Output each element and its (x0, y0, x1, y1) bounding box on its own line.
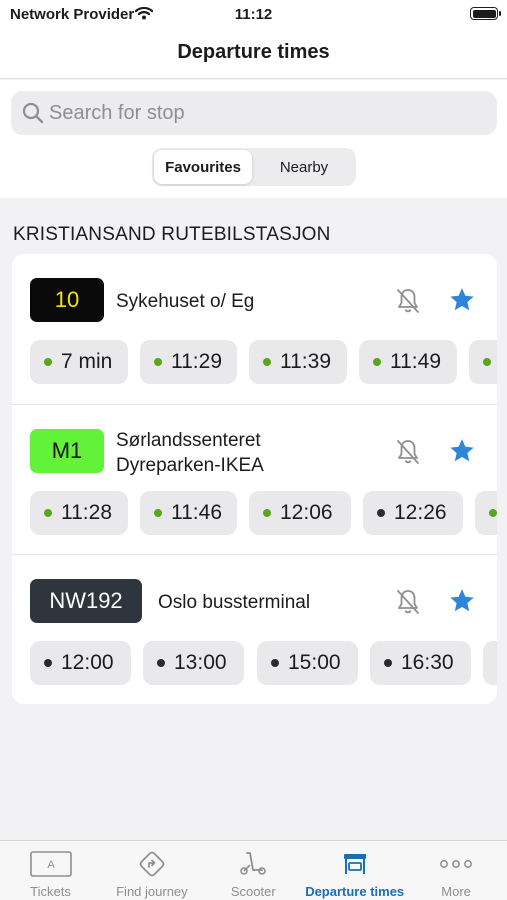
departure-time: 11:49 (390, 350, 441, 373)
realtime-dot (263, 358, 271, 366)
departure-chip[interactable]: 11:39 (249, 340, 347, 384)
top-panel: Favourites Nearby (0, 80, 507, 198)
departure-list: 12:00 13:00 15:00 16:30 (30, 641, 497, 685)
search-icon (22, 102, 44, 129)
favourite-star-icon[interactable] (448, 286, 476, 319)
ticket-icon: A (0, 850, 101, 878)
scheduled-dot (271, 659, 279, 667)
nav-header: Departure times (0, 28, 507, 79)
departure-list: 7 min 11:29 11:39 11:49 (30, 340, 497, 384)
line-number-badge: M1 (30, 429, 104, 473)
departure-chip[interactable]: 12:06 (249, 491, 351, 535)
tab-label: More (441, 884, 471, 899)
battery-tip (499, 11, 501, 16)
search-input[interactable] (49, 91, 489, 135)
departure-chip[interactable]: 12:00 (30, 641, 131, 685)
departure-chip[interactable]: 12:26 (363, 491, 463, 535)
battery-icon (470, 7, 498, 20)
stop-section-title: KRISTIANSAND RUTEBILSTASJON (13, 224, 331, 245)
departure-chip[interactable]: 15:00 (257, 641, 358, 685)
departure-chip[interactable]: 11:28 (30, 491, 128, 535)
status-bar: Network Provider 11:12 (0, 0, 507, 28)
departure-time: 7 min (61, 350, 113, 373)
departure-chip[interactable] (483, 641, 497, 685)
tab-find-journey[interactable]: Find journey (101, 841, 202, 900)
tab-tickets[interactable]: A Tickets (0, 841, 101, 900)
page-title: Departure times (177, 41, 330, 63)
tab-scooter[interactable]: Scooter (203, 841, 304, 900)
status-time: 11:12 (234, 6, 273, 23)
realtime-dot (154, 358, 162, 366)
departure-time: 12:06 (280, 501, 333, 524)
departure-chip[interactable]: 7 min (30, 340, 128, 384)
departure-list: 11:28 11:46 12:06 12:26 (30, 491, 497, 535)
departure-time: 11:29 (171, 350, 222, 373)
favourite-star-icon[interactable] (448, 587, 476, 620)
departure-chip[interactable]: 16:30 (370, 641, 471, 685)
route-row[interactable]: NW192 Oslo bussterminal 12:00 13:00 15:00 16:… (12, 554, 497, 704)
bell-slash-icon[interactable] (395, 287, 421, 320)
realtime-dot (44, 509, 52, 517)
departure-chip[interactable]: 11:46 (140, 491, 237, 535)
segment-favourites[interactable]: Favourites (154, 150, 252, 184)
bus-stop-icon (304, 850, 405, 878)
departure-time: 12:00 (61, 651, 114, 674)
realtime-dot (263, 509, 271, 517)
tab-more[interactable]: More (406, 841, 507, 900)
bell-slash-icon[interactable] (395, 588, 421, 621)
realtime-dot (154, 509, 162, 517)
segment-nearby[interactable]: Nearby (254, 150, 354, 184)
tab-bar: A Tickets Find journey Scooter Departure tim… (0, 840, 507, 900)
departure-time: 13:00 (174, 651, 227, 674)
departure-time: 11:28 (61, 501, 112, 524)
departure-time: 11:39 (280, 350, 331, 373)
departure-time: 12:26 (394, 501, 447, 524)
departure-time: 15:00 (288, 651, 341, 674)
departure-time: 11:46 (171, 501, 222, 524)
tab-departure-times[interactable]: Departure times (304, 841, 405, 900)
departure-time: 16:30 (401, 651, 454, 674)
bell-slash-icon[interactable] (395, 438, 421, 471)
departure-chip[interactable]: 11:29 (140, 340, 237, 384)
realtime-dot (489, 509, 497, 517)
line-number-badge: NW192 (30, 579, 142, 623)
route-icon (101, 850, 202, 878)
tab-label: Departure times (305, 884, 405, 899)
realtime-dot (373, 358, 381, 366)
svg-text:A: A (47, 859, 55, 871)
departure-chip[interactable]: 13:00 (143, 641, 244, 685)
route-destination: Sørlandssenteret (116, 430, 261, 451)
search-bar[interactable] (11, 91, 497, 135)
route-row[interactable]: 10 Sykehuset o/ Eg 7 min 11:29 11:39 11:49 (12, 254, 497, 404)
more-icon (406, 850, 507, 878)
tab-label: Scooter (230, 884, 276, 899)
tab-label: Tickets (30, 884, 71, 899)
route-destination: Oslo bussterminal (158, 592, 311, 613)
departure-chip[interactable] (475, 491, 497, 535)
route-destination: Sykehuset o/ Eg (116, 291, 255, 312)
segmented-control: Favourites Nearby (152, 148, 356, 186)
scheduled-dot (384, 659, 392, 667)
line-number-badge: 10 (30, 278, 104, 322)
realtime-dot (44, 358, 52, 366)
departure-chip[interactable]: 11:49 (359, 340, 457, 384)
scheduled-dot (157, 659, 165, 667)
route-destination: Dyreparken-IKEA (116, 455, 264, 476)
departures-card: 10 Sykehuset o/ Eg 7 min 11:29 11:39 11:49 M1 S… (12, 254, 497, 704)
departure-chip[interactable] (469, 340, 497, 384)
scheduled-dot (377, 509, 385, 517)
scooter-icon (203, 850, 304, 878)
realtime-dot (483, 358, 491, 366)
favourite-star-icon[interactable] (448, 437, 476, 470)
route-row[interactable]: M1 Sørlandssenteret Dyreparken-IKEA 11:28 11… (12, 404, 497, 554)
scheduled-dot (44, 659, 52, 667)
tab-label: Find journey (116, 884, 188, 899)
